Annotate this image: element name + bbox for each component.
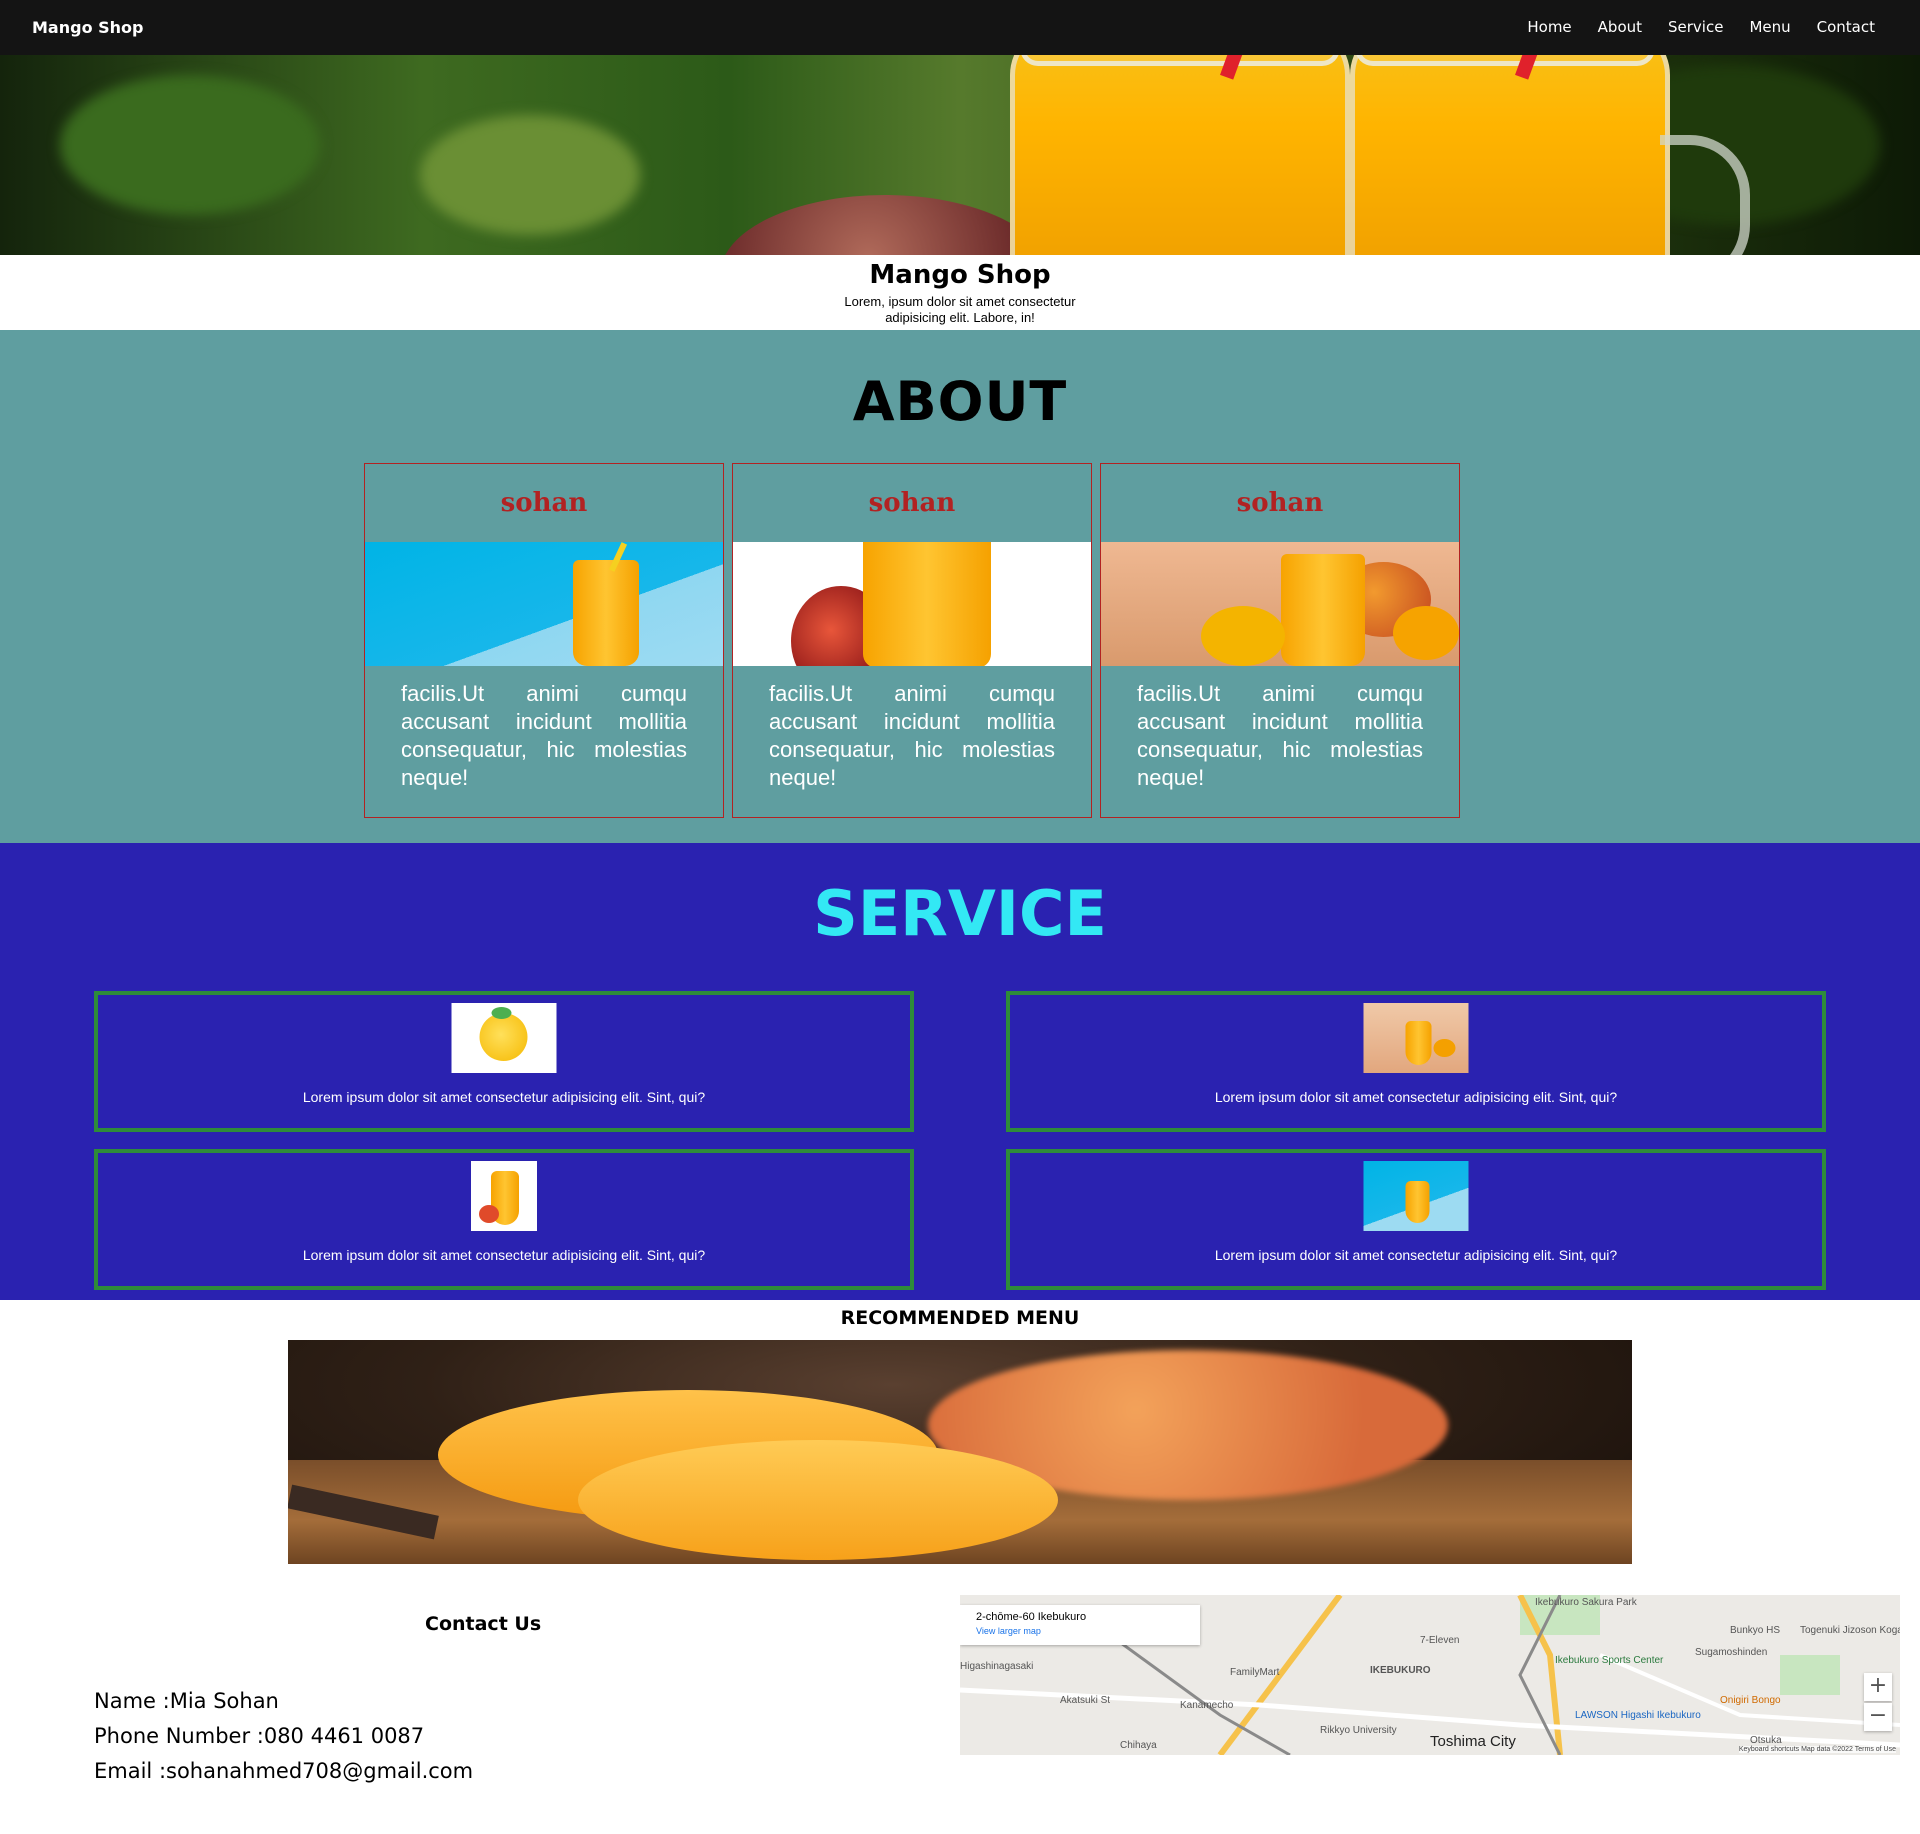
- nav-links: Home About Service Menu Contact: [1527, 18, 1875, 36]
- about-section: ABOUT sohan facilis.Ut animi cumqu accus…: [0, 330, 1920, 843]
- hero-jar-lid: [1355, 55, 1655, 66]
- map-label: Togenuki Jizoson Koganji Temple: [1800, 1625, 1900, 1636]
- mango-cubes: [1201, 606, 1285, 666]
- service-item: Lorem ipsum dolor sit amet consectetur a…: [1006, 991, 1826, 1132]
- map-info-card: 2-chōme-60 Ikebukuro View larger map: [960, 1605, 1200, 1645]
- nav-home-link[interactable]: Home: [1527, 18, 1571, 36]
- map-label: 7-Eleven: [1420, 1635, 1460, 1646]
- map-label: Ikebukuro Sakura Park: [1535, 1597, 1637, 1608]
- about-card: sohan facilis.Ut animi cumqu accusant in…: [364, 463, 724, 818]
- mango-fruit: [479, 1205, 499, 1223]
- service-text: Lorem ipsum dolor sit amet consectetur a…: [1214, 1247, 1618, 1263]
- contact-email[interactable]: Email :sohanahmed708@gmail.com: [94, 1754, 473, 1789]
- nav-contact-link[interactable]: Contact: [1817, 18, 1875, 36]
- brand-link[interactable]: Mango Shop: [32, 18, 143, 37]
- juice-glass: [573, 560, 639, 666]
- service-image: [1363, 1003, 1469, 1073]
- about-card-text: facilis.Ut animi cumqu accusant incidunt…: [769, 681, 1055, 790]
- map-label: FamilyMart: [1230, 1667, 1280, 1678]
- map-zoom-in-button[interactable]: +: [1864, 1673, 1892, 1701]
- hero-mango: [720, 195, 1050, 255]
- about-card: sohan facilis.Ut animi cumqu accusant in…: [1100, 463, 1460, 818]
- mango-cubes: [1393, 606, 1459, 660]
- navbar: Mango Shop Home About Service Menu Conta…: [0, 0, 1920, 55]
- map-label: Chihaya: [1120, 1740, 1157, 1751]
- service-section: SERVICE Lorem ipsum dolor sit amet conse…: [0, 843, 1920, 1300]
- map-label: Akatsuki St: [1060, 1695, 1111, 1706]
- menu-image: [288, 1340, 1632, 1564]
- hero-bokeh: [420, 115, 640, 235]
- map-label: LAWSON Higashi Ikebukuro: [1575, 1710, 1701, 1721]
- hero-jar: [1350, 55, 1670, 255]
- mint-leaf: [491, 1007, 512, 1019]
- nav-service-link[interactable]: Service: [1668, 18, 1723, 36]
- about-heading: ABOUT: [852, 370, 1068, 433]
- service-item: Lorem ipsum dolor sit amet consectetur a…: [94, 991, 914, 1132]
- map-label: Otsuka: [1750, 1735, 1782, 1746]
- service-text: Lorem ipsum dolor sit amet consectetur a…: [1214, 1089, 1618, 1105]
- map-label: Bunkyo HS: [1730, 1625, 1781, 1636]
- map-label: Sugamoshinden: [1695, 1647, 1768, 1658]
- juice-glass: [1405, 1181, 1430, 1223]
- service-text: Lorem ipsum dolor sit amet consectetur a…: [302, 1247, 706, 1263]
- juice-glass: [1405, 1021, 1432, 1065]
- contact-heading: Contact Us: [425, 1613, 542, 1635]
- map-address: 2-chōme-60 Ikebukuro: [976, 1611, 1087, 1623]
- map-label: Higashinagasaki: [960, 1661, 1034, 1672]
- juice-glass: [1281, 554, 1365, 666]
- mango-cubed: [578, 1440, 1058, 1560]
- juice-glass: [863, 542, 991, 666]
- hero-image: [0, 55, 1920, 255]
- page-subtitle: Lorem, ipsum dolor sit amet consectetur …: [844, 294, 1076, 325]
- map-zoom-out-button[interactable]: −: [1864, 1703, 1892, 1731]
- page-title: Mango Shop: [869, 260, 1051, 290]
- service-image: [1363, 1161, 1469, 1231]
- service-item: Lorem ipsum dolor sit amet consectetur a…: [94, 1149, 914, 1290]
- hero-jar-lid: [1020, 55, 1340, 66]
- nav-menu-link[interactable]: Menu: [1749, 18, 1790, 36]
- service-heading: SERVICE: [813, 877, 1107, 950]
- map-footer[interactable]: Keyboard shortcuts Map data ©2022 Terms …: [1738, 1746, 1896, 1753]
- map-view-larger-link[interactable]: View larger map: [976, 1626, 1184, 1636]
- about-card: sohan facilis.Ut animi cumqu accusant in…: [732, 463, 1092, 818]
- map-label: Toshima City: [1430, 1733, 1516, 1750]
- hero-jar: [1010, 55, 1350, 255]
- map-label: Onigiri Bongo: [1720, 1695, 1781, 1706]
- title-strip: Mango Shop Lorem, ipsum dolor sit amet c…: [0, 255, 1920, 330]
- service-item: Lorem ipsum dolor sit amet consectetur a…: [1006, 1149, 1826, 1290]
- contact-details: Name :Mia Sohan Phone Number :080 4461 0…: [94, 1684, 473, 1789]
- about-card-text: facilis.Ut animi cumqu accusant incidunt…: [401, 681, 687, 790]
- contact-phone: Phone Number :080 4461 0087: [94, 1724, 425, 1748]
- about-card-image: [365, 542, 723, 666]
- map-embed[interactable]: 2-chōme-60 Ikebukuro View larger map IKE…: [960, 1595, 1900, 1755]
- map-label: Kanamecho: [1180, 1700, 1234, 1711]
- service-image: [451, 1003, 557, 1073]
- map-label: Ikebukuro Sports Center: [1555, 1655, 1664, 1666]
- about-card-title: sohan: [1236, 488, 1324, 518]
- menu-heading: RECOMMENDED MENU: [840, 1307, 1080, 1329]
- map-label: IKEBUKURO: [1370, 1665, 1431, 1676]
- mango-slice: [479, 1013, 528, 1061]
- hero-bokeh: [60, 75, 320, 215]
- service-image: [471, 1161, 537, 1231]
- map-label: Rikkyo University: [1320, 1725, 1397, 1736]
- about-card-image: [1101, 542, 1459, 666]
- about-card-title: sohan: [500, 488, 588, 518]
- about-card-text: facilis.Ut animi cumqu accusant incidunt…: [1137, 681, 1423, 790]
- contact-name: Name :Mia Sohan: [94, 1689, 279, 1713]
- about-card-title: sohan: [868, 488, 956, 518]
- service-text: Lorem ipsum dolor sit amet consectetur a…: [302, 1089, 706, 1105]
- mango-cubes: [1433, 1039, 1456, 1057]
- nav-about-link[interactable]: About: [1598, 18, 1642, 36]
- about-card-image: [733, 542, 1091, 666]
